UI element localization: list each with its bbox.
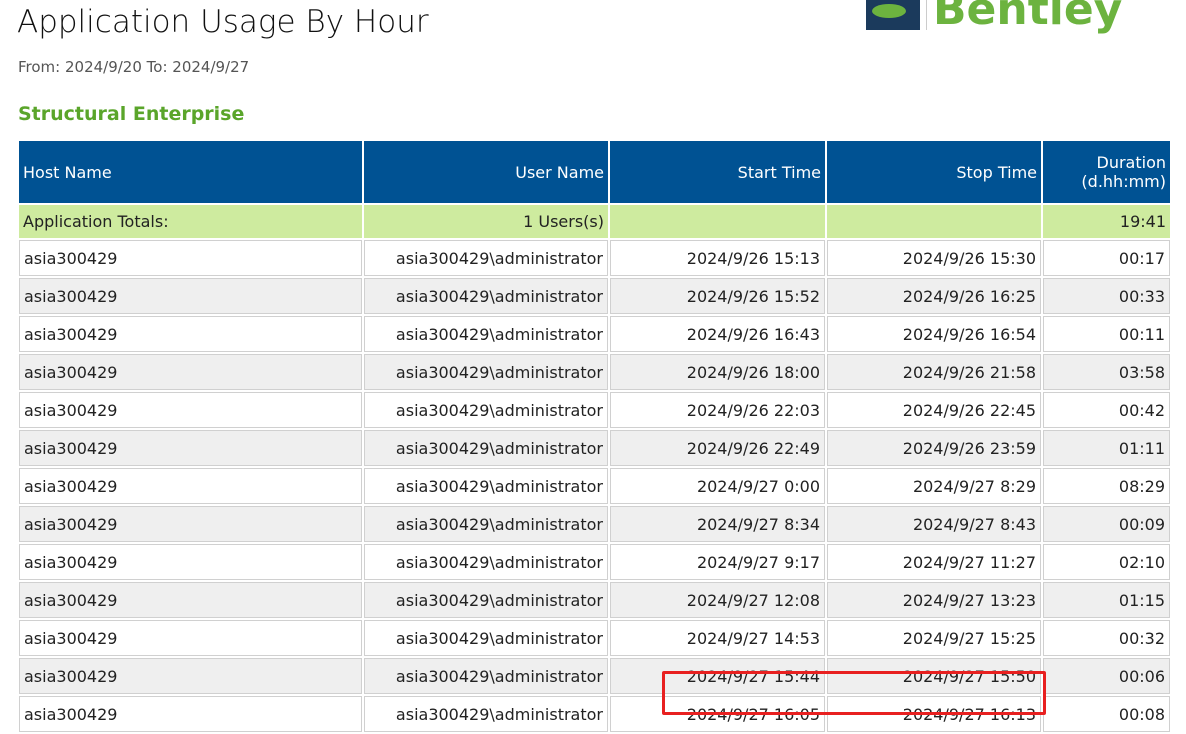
cell-duration: 01:15 xyxy=(1043,582,1170,618)
cell-host-name: asia300429 xyxy=(19,430,362,466)
cell-user-name: asia300429\administrator xyxy=(364,544,608,580)
cell-duration: 00:32 xyxy=(1043,620,1170,656)
cell-host-name: asia300429 xyxy=(19,582,362,618)
table-row: asia300429 asia300429\administrator 2024/9… xyxy=(19,544,1170,580)
cell-duration: 00:09 xyxy=(1043,506,1170,542)
table-row: asia300429 asia300429\administrator 2024/9… xyxy=(19,392,1170,428)
cell-user-name: asia300429\administrator xyxy=(364,278,608,314)
table-row: asia300429 asia300429\administrator 2024/9… xyxy=(19,430,1170,466)
date-range: From: 2024/9/20 To: 2024/9/27 xyxy=(18,58,250,76)
table-row: asia300429 asia300429\administrator 2024/9… xyxy=(19,468,1170,504)
cell-host-name: asia300429 xyxy=(19,506,362,542)
cell-stop-time: 2024/9/27 8:43 xyxy=(827,506,1041,542)
cell-host-name: asia300429 xyxy=(19,544,362,580)
cell-stop-time: 2024/9/27 11:27 xyxy=(827,544,1041,580)
logo-mark-icon xyxy=(866,0,920,30)
totals-label: Application Totals: xyxy=(19,205,362,238)
cell-host-name: asia300429 xyxy=(19,278,362,314)
logo-divider xyxy=(926,0,927,30)
cell-duration: 00:17 xyxy=(1043,240,1170,276)
table-row: asia300429 asia300429\administrator 2024/9… xyxy=(19,354,1170,390)
cell-user-name: asia300429\administrator xyxy=(364,696,608,732)
cell-host-name: asia300429 xyxy=(19,354,362,390)
cell-start-time: 2024/9/26 15:13 xyxy=(610,240,825,276)
bentley-logo: Bentley xyxy=(866,0,1123,35)
usage-table: Host Name User Name Start Time Stop Time… xyxy=(17,139,1172,734)
totals-users: 1 Users(s) xyxy=(364,205,608,238)
cell-user-name: asia300429\administrator xyxy=(364,582,608,618)
col-start-time: Start Time xyxy=(610,141,825,203)
cell-duration: 08:29 xyxy=(1043,468,1170,504)
cell-host-name: asia300429 xyxy=(19,696,362,732)
totals-duration: 19:41 xyxy=(1043,205,1170,238)
cell-user-name: asia300429\administrator xyxy=(364,392,608,428)
cell-stop-time: 2024/9/26 16:54 xyxy=(827,316,1041,352)
cell-start-time: 2024/9/27 9:17 xyxy=(610,544,825,580)
totals-row: Application Totals: 1 Users(s) 19:41 xyxy=(19,205,1170,238)
cell-duration: 02:10 xyxy=(1043,544,1170,580)
cell-user-name: asia300429\administrator xyxy=(364,430,608,466)
cell-user-name: asia300429\administrator xyxy=(364,316,608,352)
totals-empty xyxy=(827,205,1041,238)
cell-host-name: asia300429 xyxy=(19,240,362,276)
table-row: asia300429 asia300429\administrator 2024/9… xyxy=(19,506,1170,542)
page-title: Application Usage By Hour xyxy=(17,4,429,40)
cell-stop-time: 2024/9/26 15:30 xyxy=(827,240,1041,276)
highlight-box xyxy=(662,671,1046,715)
col-host-name: Host Name xyxy=(19,141,362,203)
cell-stop-time: 2024/9/27 15:25 xyxy=(827,620,1041,656)
cell-stop-time: 2024/9/27 8:29 xyxy=(827,468,1041,504)
cell-host-name: asia300429 xyxy=(19,620,362,656)
cell-start-time: 2024/9/26 15:52 xyxy=(610,278,825,314)
table-row: asia300429 asia300429\administrator 2024/9… xyxy=(19,240,1170,276)
col-user-name: User Name xyxy=(364,141,608,203)
cell-user-name: asia300429\administrator xyxy=(364,354,608,390)
col-stop-time: Stop Time xyxy=(827,141,1041,203)
cell-start-time: 2024/9/27 0:00 xyxy=(610,468,825,504)
col-duration: Duration (d.hh:mm) xyxy=(1043,141,1170,203)
cell-host-name: asia300429 xyxy=(19,316,362,352)
cell-duration: 00:06 xyxy=(1043,658,1170,694)
cell-user-name: asia300429\administrator xyxy=(364,468,608,504)
table-row: asia300429 asia300429\administrator 2024/9… xyxy=(19,620,1170,656)
cell-duration: 00:11 xyxy=(1043,316,1170,352)
cell-host-name: asia300429 xyxy=(19,392,362,428)
cell-start-time: 2024/9/27 12:08 xyxy=(610,582,825,618)
cell-stop-time: 2024/9/27 13:23 xyxy=(827,582,1041,618)
cell-stop-time: 2024/9/26 16:25 xyxy=(827,278,1041,314)
cell-start-time: 2024/9/26 18:00 xyxy=(610,354,825,390)
cell-start-time: 2024/9/27 14:53 xyxy=(610,620,825,656)
cell-duration: 01:11 xyxy=(1043,430,1170,466)
section-title: Structural Enterprise xyxy=(18,103,245,125)
cell-user-name: asia300429\administrator xyxy=(364,620,608,656)
table-row: asia300429 asia300429\administrator 2024/9… xyxy=(19,278,1170,314)
cell-stop-time: 2024/9/26 23:59 xyxy=(827,430,1041,466)
cell-stop-time: 2024/9/26 22:45 xyxy=(827,392,1041,428)
cell-user-name: asia300429\administrator xyxy=(364,506,608,542)
cell-host-name: asia300429 xyxy=(19,658,362,694)
table-row: asia300429 asia300429\administrator 2024/9… xyxy=(19,582,1170,618)
cell-user-name: asia300429\administrator xyxy=(364,240,608,276)
cell-duration: 00:33 xyxy=(1043,278,1170,314)
cell-stop-time: 2024/9/26 21:58 xyxy=(827,354,1041,390)
table-row: asia300429 asia300429\administrator 2024/9… xyxy=(19,316,1170,352)
cell-start-time: 2024/9/26 22:03 xyxy=(610,392,825,428)
cell-start-time: 2024/9/27 8:34 xyxy=(610,506,825,542)
cell-user-name: asia300429\administrator xyxy=(364,658,608,694)
totals-empty xyxy=(610,205,825,238)
cell-duration: 03:58 xyxy=(1043,354,1170,390)
cell-start-time: 2024/9/26 16:43 xyxy=(610,316,825,352)
logo-wordmark: Bentley xyxy=(933,0,1123,35)
cell-duration: 00:08 xyxy=(1043,696,1170,732)
cell-host-name: asia300429 xyxy=(19,468,362,504)
cell-duration: 00:42 xyxy=(1043,392,1170,428)
cell-start-time: 2024/9/26 22:49 xyxy=(610,430,825,466)
